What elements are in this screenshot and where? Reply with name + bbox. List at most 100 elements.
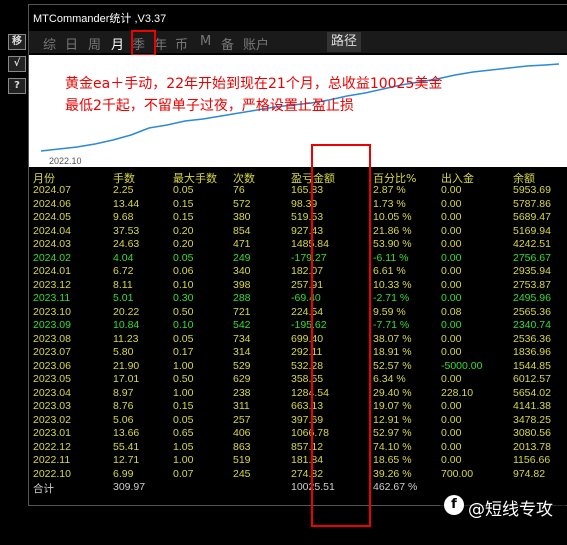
table-row[interactable]: 2023.03 8.76 0.15 311 663.13 19.07 % 0.00 4141.… <box>29 400 567 414</box>
cell-balance: 3478.25 <box>513 413 551 426</box>
table-row[interactable]: 2024.07 2.25 0.05 76 165.83 2.87 % 0.00 5953.69 <box>29 184 567 198</box>
tab-magic[interactable]: M <box>200 34 211 49</box>
cell-month: 2023.09 <box>33 319 71 331</box>
table-row[interactable]: 2024.06 13.44 0.15 572 98.39 1.73 % 0.00 5787.8… <box>29 198 567 212</box>
cell-max-lots: 0.06 <box>173 265 194 277</box>
cell-month: 2023.05 <box>33 373 71 385</box>
cell-percent: 53.90 % <box>373 238 412 250</box>
move-button[interactable]: 移 <box>8 34 26 50</box>
monthly-stats-table: 月份 手数 最大手数 次数 盈亏金额 百分比% 出入金 余额 2024.07 2.… <box>29 167 567 505</box>
help-button[interactable]: ? <box>8 78 26 94</box>
cell-month: 2023.07 <box>33 346 71 358</box>
cell-lots: 11.23 <box>113 332 139 345</box>
table-row[interactable]: 2024.02 4.04 0.05 249 -179.27 -6.11 % 0.00 2756… <box>29 252 567 266</box>
cell-max-lots: 0.50 <box>173 305 194 318</box>
cell-count: 854 <box>233 224 251 237</box>
cell-percent: 21.86 % <box>373 224 412 237</box>
tab-overall[interactable]: 综 <box>43 34 56 53</box>
cell-deposit: 228.10 <box>441 386 474 399</box>
cell-lots: 13.66 <box>113 427 140 439</box>
cell-max-lots: 0.05 <box>173 184 194 196</box>
cell-deposit: 0.00 <box>441 427 462 439</box>
cell-month: 2023.04 <box>33 386 71 399</box>
cell-month: 2024.07 <box>33 184 71 196</box>
tab-note[interactable]: 备 <box>221 34 234 53</box>
cell-lots: 8.97 <box>113 386 134 399</box>
cell-month: 2023.01 <box>33 427 71 439</box>
cell-month: 2024.05 <box>33 211 71 223</box>
cell-percent: 18.65 % <box>373 454 412 466</box>
cell-max-lots: 0.15 <box>173 197 194 210</box>
cell-max-lots: 1.00 <box>173 359 194 372</box>
cell-max-lots: 0.05 <box>173 413 194 426</box>
cell-count: 406 <box>233 427 251 439</box>
cell-deposit: 0.00 <box>441 292 462 304</box>
cell-month: 2022.12 <box>33 440 71 453</box>
cell-balance: 2565.36 <box>513 305 551 318</box>
table-row[interactable]: 2023.09 10.84 0.10 542 -195.62 -7.71 % 0.00 234… <box>29 319 567 333</box>
check-button[interactable]: √ <box>8 56 26 72</box>
table-row[interactable]: 2023.05 17.01 0.50 629 358.55 6.34 % 0.00 6012.… <box>29 373 567 387</box>
table-row[interactable]: 2023.08 11.23 0.05 734 699.40 38.07 % 0.00 2536… <box>29 333 567 347</box>
cell-deposit: 0.00 <box>441 346 462 358</box>
total-lots: 309.97 <box>113 481 146 493</box>
tab-day[interactable]: 日 <box>65 34 78 53</box>
cell-max-lots: 0.05 <box>173 332 194 345</box>
watermark: f @短线专攻 <box>440 492 566 520</box>
cell-month: 2023.03 <box>33 400 71 412</box>
cell-count: 340 <box>233 265 251 277</box>
table-row[interactable]: 2022.10 6.99 0.07 245 274.82 39.26 % 700.00 974… <box>29 468 567 482</box>
chart-axis-label: 2022.10 <box>49 156 82 166</box>
table-row[interactable]: 2022.11 12.71 1.00 519 181.84 18.65 % 0.00 1156… <box>29 454 567 468</box>
left-toolbar: 移 √ ? <box>0 0 28 540</box>
table-row[interactable]: 2022.12 55.41 1.05 863 857.12 74.10 % 0.00 2013… <box>29 441 567 455</box>
table-row[interactable]: 2023.10 20.22 0.50 721 224.54 9.59 % 0.08 2565.… <box>29 306 567 320</box>
cell-deposit: -5000.00 <box>441 359 483 372</box>
cell-month: 2024.04 <box>33 224 71 237</box>
table-row[interactable]: 2023.01 13.66 0.65 406 1066.78 52.97 % 0.00 308… <box>29 427 567 441</box>
title-bar[interactable]: MTCommander统计 ,V3.37 <box>29 5 567 27</box>
tab-currency[interactable]: 币 <box>175 34 188 53</box>
window-title: MTCommander统计 ,V3.37 <box>33 13 167 25</box>
cell-lots: 5.06 <box>113 413 134 426</box>
table-row[interactable]: 2023.11 5.01 0.30 288 -69.40 -2.71 % 0.00 2495.… <box>29 292 567 306</box>
cell-count: 572 <box>233 197 251 210</box>
tab-account[interactable]: 账户 <box>243 34 269 53</box>
cell-lots: 20.22 <box>113 305 140 318</box>
table-row[interactable]: 2023.06 21.90 1.00 529 532.28 52.57 % -5000.00… <box>29 360 567 374</box>
cell-count: 245 <box>233 467 251 480</box>
table-row[interactable]: 2024.04 37.53 0.20 854 927.43 21.86 % 0.00 5169… <box>29 225 567 239</box>
cell-percent: 9.59 % <box>373 305 406 318</box>
cell-deposit: 0.00 <box>441 373 462 385</box>
cell-percent: 18.91 % <box>373 346 412 358</box>
cell-percent: 10.05 % <box>373 211 412 223</box>
cell-month: 2024.03 <box>33 238 71 250</box>
cell-lots: 8.11 <box>113 278 133 291</box>
table-row[interactable]: 2023.02 5.06 0.05 257 397.69 12.91 % 0.00 3478.… <box>29 414 567 428</box>
cell-month: 2023.02 <box>33 413 71 426</box>
cell-count: 863 <box>233 440 251 453</box>
cell-percent: 19.07 % <box>373 400 412 412</box>
cell-max-lots: 1.05 <box>173 440 194 453</box>
tab-month[interactable]: 月 <box>111 34 124 53</box>
table-row[interactable]: 2023.07 5.80 0.17 314 292.11 18.91 % 0.00 1836.… <box>29 346 567 360</box>
cell-percent: 12.91 % <box>373 413 412 426</box>
month-highlight-box <box>131 30 156 56</box>
tab-week[interactable]: 周 <box>88 34 101 53</box>
cell-month: 2023.08 <box>33 332 71 345</box>
path-button[interactable]: 路径 <box>327 32 361 52</box>
cell-month: 2024.01 <box>33 265 71 277</box>
cell-deposit: 0.08 <box>441 305 462 318</box>
table-row[interactable]: 2024.03 24.63 0.20 471 1485.84 53.90 % 0.00 424… <box>29 238 567 252</box>
table-row[interactable]: 2023.04 8.97 1.00 238 1284.54 29.40 % 228.10 56… <box>29 387 567 401</box>
cell-balance: 2935.94 <box>513 265 551 277</box>
table-row[interactable]: 2024.01 6.72 0.06 340 182.07 6.61 % 0.00 2935.9… <box>29 265 567 279</box>
cell-count: 76 <box>233 184 245 196</box>
cell-deposit: 0.00 <box>441 197 462 210</box>
table-row[interactable]: 2023.12 8.11 0.10 398 257.91 10.33 % 0.00 2753.… <box>29 279 567 293</box>
cell-month: 2022.11 <box>33 454 71 466</box>
cell-lots: 37.53 <box>113 224 140 237</box>
table-row[interactable]: 2024.05 9.68 0.15 380 519.53 10.05 % 0.00 5689.… <box>29 211 567 225</box>
cell-percent: 39.26 % <box>373 467 412 480</box>
cell-balance: 6012.57 <box>513 373 551 385</box>
